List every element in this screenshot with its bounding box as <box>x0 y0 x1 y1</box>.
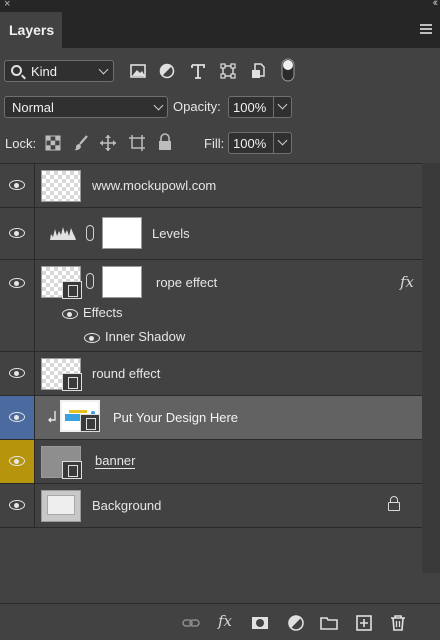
chevron-down-icon <box>277 99 288 110</box>
link-layers-icon[interactable] <box>182 614 200 632</box>
layer-row[interactable]: Levels <box>0 208 422 260</box>
visibility-toggle[interactable] <box>0 208 35 259</box>
visibility-toggle[interactable] <box>0 164 35 207</box>
filter-toggle-icon[interactable] <box>281 58 295 82</box>
visibility-toggle[interactable] <box>0 484 35 527</box>
panel-footer: fx <box>0 603 440 640</box>
fill-dropdown-button[interactable] <box>273 132 292 154</box>
visibility-toggle[interactable] <box>0 440 35 483</box>
layer-row[interactable]: www.mockupowl.com <box>0 164 422 208</box>
layer-name[interactable]: Levels <box>152 226 190 241</box>
layer-thumbnail[interactable] <box>41 490 81 522</box>
chevron-down-icon <box>277 135 288 146</box>
fill-input[interactable]: 100% <box>228 132 274 154</box>
eye-icon <box>9 456 25 466</box>
layer-effects-icon[interactable]: fx <box>400 273 414 291</box>
lock-artboard-icon[interactable] <box>128 134 146 152</box>
eye-icon <box>9 228 25 238</box>
layers-list: www.mockupowl.com Levels rope effect fx … <box>0 163 422 573</box>
new-group-icon[interactable] <box>320 614 338 632</box>
layer-row[interactable]: round effect <box>0 352 422 396</box>
lock-transparent-pixels-icon[interactable] <box>45 135 61 151</box>
layers-panel: Kind Normal Opacity: 100% Lock: Fill: 10… <box>0 48 440 640</box>
visibility-toggle[interactable] <box>0 396 35 439</box>
layer-name[interactable]: Background <box>92 498 161 513</box>
new-adjustment-layer-icon[interactable] <box>287 614 305 632</box>
layer-row[interactable]: banner <box>0 440 422 484</box>
layer-name[interactable]: Put Your Design Here <box>113 410 238 425</box>
opacity-dropdown-button[interactable] <box>273 96 292 118</box>
mask-link-icon[interactable] <box>86 273 94 289</box>
collapse-panel-button[interactable]: ‹‹ <box>433 0 439 9</box>
layer-row[interactable]: rope effect fx Effects Inner Shadow <box>0 260 422 352</box>
delete-layer-icon[interactable] <box>389 614 407 632</box>
visibility-toggle[interactable] <box>0 352 35 395</box>
close-panel-button[interactable]: × <box>4 0 10 10</box>
filter-row: Kind <box>0 58 440 86</box>
layer-thumbnail[interactable] <box>41 266 82 299</box>
panel-menu-icon[interactable] <box>420 24 432 34</box>
adjustment-filter-icon[interactable] <box>158 62 176 80</box>
lock-position-icon[interactable] <box>99 134 117 152</box>
effects-visibility-icon[interactable] <box>62 309 78 319</box>
smart-object-badge-icon <box>62 281 82 299</box>
layer-thumbnail[interactable] <box>41 170 81 202</box>
lock-label: Lock: <box>5 136 37 151</box>
effect-inner-shadow[interactable]: Inner Shadow <box>105 329 185 344</box>
layer-name[interactable]: rope effect <box>156 275 217 290</box>
search-icon <box>11 65 22 76</box>
eye-icon <box>9 412 25 422</box>
mask-link-icon[interactable] <box>86 225 94 241</box>
pixel-filter-icon[interactable] <box>129 62 147 80</box>
chevron-down-icon <box>98 64 109 75</box>
layer-name[interactable]: round effect <box>92 366 160 381</box>
opacity-input[interactable]: 100% <box>228 96 274 118</box>
layer-thumbnail[interactable] <box>41 358 82 391</box>
opacity-label: Opacity: <box>173 99 221 114</box>
smart-object-badge-icon <box>80 414 100 432</box>
effects-label[interactable]: Effects <box>83 305 123 320</box>
clipping-mask-arrow-icon <box>48 411 56 423</box>
chevron-down-icon <box>153 100 164 111</box>
add-layer-style-icon[interactable]: fx <box>218 612 242 630</box>
levels-histogram-icon[interactable] <box>49 225 77 241</box>
lock-all-icon[interactable] <box>157 133 173 151</box>
tab-bar: Layers <box>0 12 440 48</box>
eye-icon <box>9 278 25 288</box>
layer-row-selected[interactable]: Put Your Design Here <box>0 396 422 440</box>
blend-mode-select[interactable]: Normal <box>4 96 168 118</box>
smart-object-badge-icon <box>62 373 82 391</box>
panel-top-strip: × ‹‹ <box>0 0 440 12</box>
lock-row: Lock: Fill: 100% <box>0 132 440 158</box>
lock-image-pixels-icon[interactable] <box>72 134 90 152</box>
tab-layers[interactable]: Layers <box>0 12 62 48</box>
new-layer-icon[interactable] <box>355 614 373 632</box>
layer-mask-thumbnail[interactable] <box>102 217 142 249</box>
eye-icon <box>9 500 25 510</box>
layer-name[interactable]: banner <box>95 454 136 469</box>
filter-kind-select[interactable]: Kind <box>4 60 114 82</box>
eye-icon <box>9 368 25 378</box>
background-thumbnail-image <box>47 495 75 515</box>
fill-label: Fill: <box>204 136 225 151</box>
eye-icon <box>9 180 25 190</box>
lock-icon <box>388 496 400 511</box>
blend-row: Normal Opacity: 100% <box>0 94 440 120</box>
filter-kind-label: Kind <box>31 64 58 79</box>
effect-visibility-icon[interactable] <box>84 333 100 343</box>
layer-thumbnail[interactable] <box>41 446 82 479</box>
type-filter-icon[interactable] <box>189 62 207 80</box>
layer-thumbnail[interactable] <box>60 400 100 432</box>
layers-scrollbar[interactable] <box>422 163 440 573</box>
shape-filter-icon[interactable] <box>219 62 237 80</box>
smart-object-badge-icon <box>62 461 82 479</box>
blend-mode-value: Normal <box>12 100 54 115</box>
visibility-toggle[interactable] <box>0 260 35 351</box>
add-mask-icon[interactable] <box>251 614 269 632</box>
layer-row[interactable]: Background <box>0 484 422 528</box>
smart-object-filter-icon[interactable] <box>250 62 268 80</box>
layer-mask-thumbnail[interactable] <box>102 266 142 298</box>
layer-name[interactable]: www.mockupowl.com <box>92 178 216 193</box>
